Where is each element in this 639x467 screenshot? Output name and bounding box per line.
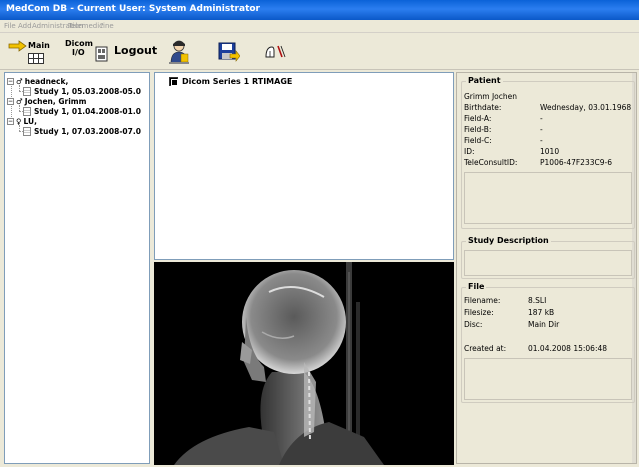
patient-group: Patient Grimm Jochen Birthdate: Wednesda… xyxy=(461,76,635,229)
disc-value: Main Dir xyxy=(528,320,560,329)
menu-telemedicine[interactable]: Telemedicine xyxy=(68,22,114,30)
title-bar[interactable]: MedCom DB - Current User: System Adminis… xyxy=(0,0,639,20)
collapse-icon[interactable]: − xyxy=(7,117,14,125)
app-window: MedCom DB - Current User: System Adminis… xyxy=(0,0,639,467)
tree-study-label: Study 1, 07.03.2008-07.0 xyxy=(34,126,141,136)
menu-add[interactable]: Add xyxy=(18,22,32,30)
birthdate-label: Birthdate: xyxy=(464,103,502,112)
file-title: File xyxy=(466,282,487,291)
field-a-value: - xyxy=(540,114,543,123)
collapse-icon[interactable]: − xyxy=(7,77,14,85)
study-description-box xyxy=(464,250,632,276)
teleconsult-id-value: P1006-47F233C9-6 xyxy=(540,158,612,167)
grid-icon xyxy=(28,53,44,64)
arrow-right-icon xyxy=(8,40,27,52)
tree-study-label: Study 1, 01.04.2008-01.0 xyxy=(34,106,141,116)
series-list[interactable]: Dicom Series 1 RTIMAGE xyxy=(154,72,454,260)
menu-help[interactable]: ? xyxy=(100,22,104,30)
xray-image xyxy=(154,262,454,465)
file-group: File Filename: 8.SLI Filesize: 187 kB Di… xyxy=(461,282,635,403)
female-icon: ♀ xyxy=(16,116,22,126)
filename-label: Filename: xyxy=(464,296,501,305)
male-icon: ♂ xyxy=(16,96,23,106)
dicom-io-label: I/O xyxy=(72,48,85,57)
window-title: MedCom DB - Current User: System Adminis… xyxy=(6,4,260,14)
study-description-title: Study Description xyxy=(466,236,551,245)
series-item[interactable]: Dicom Series 1 RTIMAGE xyxy=(169,77,292,86)
disc-label: Disc: xyxy=(464,320,483,329)
logout-button[interactable]: Logout xyxy=(92,38,158,66)
created-at-label: Created at: xyxy=(464,344,507,353)
dicom-label: Dicom xyxy=(65,39,93,48)
filesize-label: Filesize: xyxy=(464,308,494,317)
id-label: ID: xyxy=(464,147,475,156)
study-icon xyxy=(23,126,31,136)
toolbar: Main Dicom I/O Logout xyxy=(0,34,639,70)
logout-label: Logout xyxy=(114,44,158,57)
collapse-icon[interactable]: − xyxy=(7,97,14,105)
field-c-label: Field-C: xyxy=(464,136,492,145)
patient-name: Grimm Jochen xyxy=(464,92,518,101)
filesize-value: 187 kB xyxy=(528,308,555,317)
edit-icon[interactable] xyxy=(264,43,288,63)
logout-icon xyxy=(95,46,108,62)
study-description-group: Study Description xyxy=(461,236,635,279)
menu-bar: File Add Administration Telemedicine ? xyxy=(0,20,639,33)
patient-tree[interactable]: − ♂ headneck, Study 1, 05.03.2008-05.0 −… xyxy=(4,72,150,464)
field-c-value: - xyxy=(540,136,543,145)
field-b-label: Field-B: xyxy=(464,125,492,134)
field-b-value: - xyxy=(540,125,543,134)
birthdate-value: Wednesday, 03.01.1968 xyxy=(540,103,632,112)
tree-study-item[interactable]: Study 1, 07.03.2008-07.0 xyxy=(23,125,141,137)
dicom-series-icon xyxy=(169,77,178,86)
teleconsult-id-label: TeleConsultID: xyxy=(464,158,518,167)
male-icon: ♂ xyxy=(16,76,23,86)
save-icon[interactable] xyxy=(218,42,240,64)
id-value: 1010 xyxy=(540,147,560,156)
dicom-io-button[interactable]: Dicom I/O xyxy=(60,38,96,66)
user-icon[interactable] xyxy=(168,39,190,65)
menu-file[interactable]: File xyxy=(4,22,16,30)
dicom-image-viewer[interactable] xyxy=(154,262,454,465)
created-at-value: 01.04.2008 15:06:48 xyxy=(528,344,608,353)
main-label: Main xyxy=(28,41,50,50)
patient-title: Patient xyxy=(466,76,503,85)
file-notes-box xyxy=(464,358,632,400)
series-label: Dicom Series 1 RTIMAGE xyxy=(182,77,293,86)
field-a-label: Field-A: xyxy=(464,114,492,123)
filename-value: 8.SLI xyxy=(528,296,547,305)
tree-study-item[interactable]: Study 1, 01.04.2008-01.0 xyxy=(23,105,141,117)
main-button[interactable]: Main xyxy=(8,38,54,66)
patient-notes-box xyxy=(464,172,632,224)
details-panel: Patient Grimm Jochen Birthdate: Wednesda… xyxy=(456,72,637,464)
